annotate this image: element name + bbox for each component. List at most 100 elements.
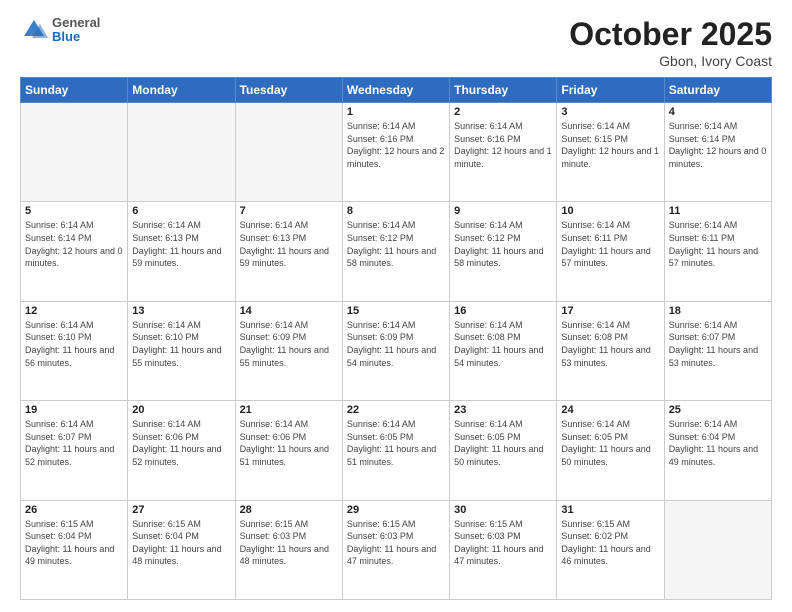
day-number: 10 <box>561 205 659 217</box>
day-number: 28 <box>240 504 338 516</box>
weekday-header: Friday <box>557 78 664 103</box>
day-info: Sunrise: 6:14 AMSunset: 6:11 PMDaylight:… <box>669 219 767 269</box>
calendar-week-row: 1 Sunrise: 6:14 AMSunset: 6:16 PMDaylight… <box>21 103 772 202</box>
day-number: 19 <box>25 404 123 416</box>
calendar-cell: 6Sunrise: 6:14 AMSunset: 6:13 PMDaylight… <box>128 202 235 301</box>
day-number: 29 <box>347 504 445 516</box>
calendar-cell: 29 Sunrise: 6:15 AMSunset: 6:03 PMDayligh… <box>342 500 449 599</box>
calendar-cell: 25Sunrise: 6:14 AMSunset: 6:04 PMDayligh… <box>664 401 771 500</box>
day-number: 22 <box>347 404 445 416</box>
calendar-cell: 19 Sunrise: 6:14 AMSunset: 6:07 PMDayligh… <box>21 401 128 500</box>
day-number: 24 <box>561 404 659 416</box>
calendar-cell: 14 Sunrise: 6:14 AMSunset: 6:09 PMDayligh… <box>235 301 342 400</box>
calendar-cell <box>21 103 128 202</box>
day-info: Sunrise: 6:14 AMSunset: 6:05 PMDaylight:… <box>347 418 445 468</box>
calendar-cell: 4 Sunrise: 6:14 AMSunset: 6:14 PMDaylight… <box>664 103 771 202</box>
calendar-cell: 26Sunrise: 6:15 AMSunset: 6:04 PMDayligh… <box>21 500 128 599</box>
day-info: Sunrise: 6:14 AMSunset: 6:08 PMDaylight:… <box>454 319 552 369</box>
calendar-cell: 8Sunrise: 6:14 AMSunset: 6:12 PMDaylight… <box>342 202 449 301</box>
weekday-header: Monday <box>128 78 235 103</box>
calendar-cell: 28 Sunrise: 6:15 AMSunset: 6:03 PMDayligh… <box>235 500 342 599</box>
calendar-cell: 27 Sunrise: 6:15 AMSunset: 6:04 PMDayligh… <box>128 500 235 599</box>
day-number: 30 <box>454 504 552 516</box>
day-number: 5 <box>25 205 123 217</box>
calendar-cell: 21 Sunrise: 6:14 AMSunset: 6:06 PMDayligh… <box>235 401 342 500</box>
calendar-cell: 13 Sunrise: 6:14 AMSunset: 6:10 PMDayligh… <box>128 301 235 400</box>
calendar-table: SundayMondayTuesdayWednesdayThursdayFrid… <box>20 77 772 600</box>
day-info: Sunrise: 6:14 AMSunset: 6:16 PMDaylight:… <box>347 120 445 170</box>
day-number: 27 <box>132 504 230 516</box>
title-location: Gbon, Ivory Coast <box>569 53 772 69</box>
logo: General Blue <box>20 16 100 45</box>
weekday-header: Saturday <box>664 78 771 103</box>
logo-general-text: General <box>52 16 100 30</box>
day-number: 6 <box>132 205 230 217</box>
day-number: 2 <box>454 106 552 118</box>
calendar-cell: 17Sunrise: 6:14 AMSunset: 6:08 PMDayligh… <box>557 301 664 400</box>
calendar-cell: 2 Sunrise: 6:14 AMSunset: 6:16 PMDaylight… <box>450 103 557 202</box>
day-info: Sunrise: 6:14 AMSunset: 6:15 PMDaylight:… <box>561 120 659 170</box>
header: General Blue October 2025 Gbon, Ivory Co… <box>20 16 772 69</box>
day-info: Sunrise: 6:14 AMSunset: 6:10 PMDaylight:… <box>25 319 123 369</box>
day-info: Sunrise: 6:15 AMSunset: 6:04 PMDaylight:… <box>132 518 230 568</box>
day-info: Sunrise: 6:15 AMSunset: 6:04 PMDaylight:… <box>25 518 123 568</box>
day-info: Sunrise: 6:14 AMSunset: 6:09 PMDaylight:… <box>347 319 445 369</box>
day-number: 13 <box>132 305 230 317</box>
calendar-cell: 1 Sunrise: 6:14 AMSunset: 6:16 PMDaylight… <box>342 103 449 202</box>
calendar-week-row: 19 Sunrise: 6:14 AMSunset: 6:07 PMDayligh… <box>21 401 772 500</box>
weekday-header: Tuesday <box>235 78 342 103</box>
day-info: Sunrise: 6:14 AMSunset: 6:07 PMDaylight:… <box>669 319 767 369</box>
day-number: 1 <box>347 106 445 118</box>
day-info: Sunrise: 6:14 AMSunset: 6:04 PMDaylight:… <box>669 418 767 468</box>
calendar-cell: 18 Sunrise: 6:14 AMSunset: 6:07 PMDayligh… <box>664 301 771 400</box>
calendar-cell <box>664 500 771 599</box>
title-month: October 2025 <box>569 16 772 53</box>
day-info: Sunrise: 6:14 AMSunset: 6:16 PMDaylight:… <box>454 120 552 170</box>
calendar-cell: 31 Sunrise: 6:15 AMSunset: 6:02 PMDayligh… <box>557 500 664 599</box>
day-number: 9 <box>454 205 552 217</box>
calendar-cell: 16Sunrise: 6:14 AMSunset: 6:08 PMDayligh… <box>450 301 557 400</box>
day-number: 21 <box>240 404 338 416</box>
weekday-header: Wednesday <box>342 78 449 103</box>
calendar-cell <box>128 103 235 202</box>
calendar-cell: 24 Sunrise: 6:14 AMSunset: 6:05 PMDayligh… <box>557 401 664 500</box>
day-number: 11 <box>669 205 767 217</box>
day-number: 7 <box>240 205 338 217</box>
day-info: Sunrise: 6:14 AMSunset: 6:12 PMDaylight:… <box>454 219 552 269</box>
day-number: 31 <box>561 504 659 516</box>
day-number: 23 <box>454 404 552 416</box>
day-info: Sunrise: 6:15 AMSunset: 6:03 PMDaylight:… <box>347 518 445 568</box>
calendar-cell: 9 Sunrise: 6:14 AMSunset: 6:12 PMDaylight… <box>450 202 557 301</box>
day-number: 14 <box>240 305 338 317</box>
calendar-cell: 7 Sunrise: 6:14 AMSunset: 6:13 PMDaylight… <box>235 202 342 301</box>
calendar-cell: 3Sunrise: 6:14 AMSunset: 6:15 PMDaylight… <box>557 103 664 202</box>
logo-blue-text: Blue <box>52 30 100 44</box>
calendar-cell: 5 Sunrise: 6:14 AMSunset: 6:14 PMDaylight… <box>21 202 128 301</box>
weekday-header: Sunday <box>21 78 128 103</box>
day-info: Sunrise: 6:14 AMSunset: 6:13 PMDaylight:… <box>240 219 338 269</box>
day-number: 12 <box>25 305 123 317</box>
calendar-week-row: 5 Sunrise: 6:14 AMSunset: 6:14 PMDaylight… <box>21 202 772 301</box>
day-info: Sunrise: 6:14 AMSunset: 6:05 PMDaylight:… <box>561 418 659 468</box>
logo-text: General Blue <box>52 16 100 45</box>
day-info: Sunrise: 6:14 AMSunset: 6:14 PMDaylight:… <box>669 120 767 170</box>
calendar-cell: 15Sunrise: 6:14 AMSunset: 6:09 PMDayligh… <box>342 301 449 400</box>
day-info: Sunrise: 6:14 AMSunset: 6:12 PMDaylight:… <box>347 219 445 269</box>
day-info: Sunrise: 6:15 AMSunset: 6:02 PMDaylight:… <box>561 518 659 568</box>
day-info: Sunrise: 6:14 AMSunset: 6:06 PMDaylight:… <box>132 418 230 468</box>
day-info: Sunrise: 6:14 AMSunset: 6:09 PMDaylight:… <box>240 319 338 369</box>
day-info: Sunrise: 6:14 AMSunset: 6:14 PMDaylight:… <box>25 219 123 269</box>
calendar-header-row: SundayMondayTuesdayWednesdayThursdayFrid… <box>21 78 772 103</box>
day-info: Sunrise: 6:15 AMSunset: 6:03 PMDaylight:… <box>240 518 338 568</box>
calendar-cell: 23Sunrise: 6:14 AMSunset: 6:05 PMDayligh… <box>450 401 557 500</box>
day-info: Sunrise: 6:14 AMSunset: 6:10 PMDaylight:… <box>132 319 230 369</box>
day-info: Sunrise: 6:14 AMSunset: 6:06 PMDaylight:… <box>240 418 338 468</box>
day-number: 4 <box>669 106 767 118</box>
calendar-cell: 20 Sunrise: 6:14 AMSunset: 6:06 PMDayligh… <box>128 401 235 500</box>
day-number: 17 <box>561 305 659 317</box>
calendar-cell: 22 Sunrise: 6:14 AMSunset: 6:05 PMDayligh… <box>342 401 449 500</box>
calendar-cell: 11 Sunrise: 6:14 AMSunset: 6:11 PMDayligh… <box>664 202 771 301</box>
day-number: 18 <box>669 305 767 317</box>
day-info: Sunrise: 6:14 AMSunset: 6:07 PMDaylight:… <box>25 418 123 468</box>
day-number: 20 <box>132 404 230 416</box>
